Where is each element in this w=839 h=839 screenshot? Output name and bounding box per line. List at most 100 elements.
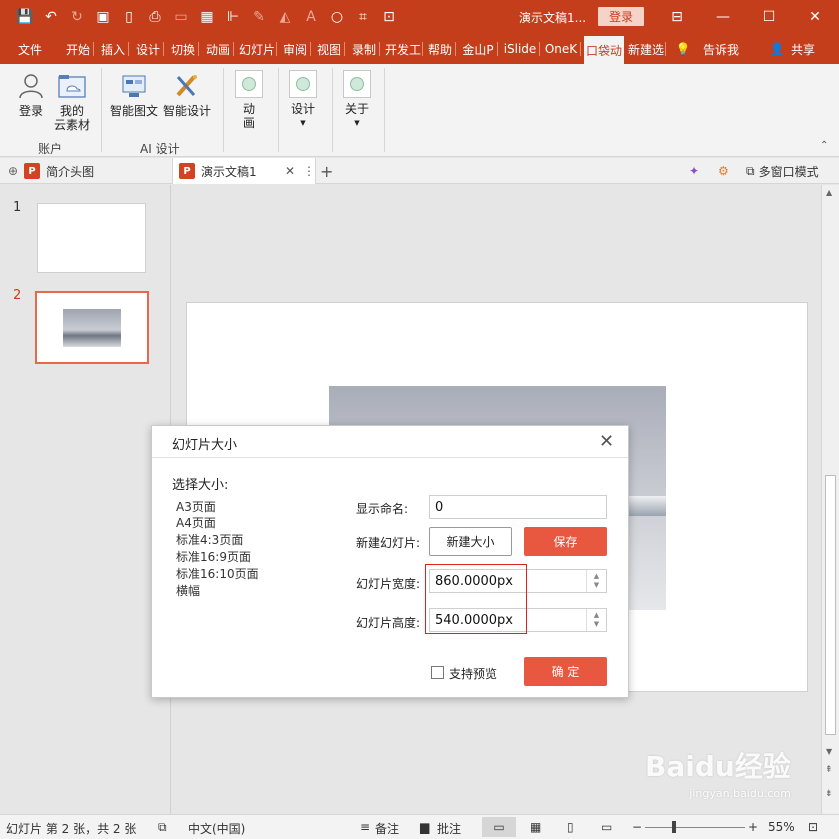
animation-button[interactable]: 动 画 — [233, 70, 265, 130]
fit-slide-icon[interactable]: ⊡ — [808, 820, 818, 834]
save-icon[interactable]: 💾 — [14, 6, 36, 28]
next-slide-icon[interactable]: ⇟ — [825, 789, 833, 799]
spellcheck-icon[interactable]: ⧉ — [158, 820, 167, 835]
new-file-icon[interactable]: ▯ — [118, 6, 140, 28]
language-status[interactable]: 中文(中国) — [188, 820, 245, 837]
prev-slide-icon[interactable]: ⇞ — [825, 765, 833, 775]
login-ribbon-button[interactable]: 登录 — [14, 72, 48, 118]
reading-view-icon[interactable]: ▯ — [567, 820, 574, 834]
dialog-close-icon[interactable]: ✕ — [599, 431, 614, 452]
preview-checkbox-label[interactable]: 支持预览 — [449, 665, 497, 682]
height-spinner[interactable]: ▲ ▼ — [586, 609, 606, 631]
normal-view-icon[interactable]: ▭ — [482, 817, 516, 837]
smart-graphic-button[interactable]: 智能图文 — [110, 72, 158, 118]
present-icon[interactable]: ▣ — [92, 6, 114, 28]
doc-tab-presentation1[interactable]: P 演示文稿1 ✕ ⋮ — [172, 158, 316, 184]
tab-islide[interactable]: iSlide — [500, 34, 540, 64]
tab-insert[interactable]: 插入 — [97, 34, 129, 64]
spin-down-icon[interactable]: ▼ — [594, 581, 599, 590]
size-option-a3[interactable]: A3页面 — [176, 498, 216, 515]
circle-shape-icon[interactable]: ○ — [326, 6, 348, 28]
scroll-up-icon[interactable]: ▲ — [826, 188, 832, 197]
undo-icon[interactable]: ↶ — [40, 6, 62, 28]
size-option-banner[interactable]: 横幅 — [176, 582, 200, 599]
maximize-icon[interactable]: ☐ — [746, 0, 792, 34]
width-spinner[interactable]: ▲ ▼ — [586, 570, 606, 592]
folder-icon[interactable]: ▭ — [170, 6, 192, 28]
slide-sorter-icon[interactable]: ▦ — [530, 820, 541, 834]
preview-checkbox[interactable] — [431, 666, 444, 679]
notes-button[interactable]: 备注 — [375, 820, 399, 837]
scroll-thumb[interactable] — [825, 475, 836, 735]
align-icon[interactable]: ⊩ — [222, 6, 244, 28]
magic-icon[interactable]: ✦ — [689, 158, 707, 184]
close-tab-icon[interactable]: ✕ — [285, 164, 295, 178]
design-button[interactable]: 设计 ▼ — [287, 70, 319, 130]
tab-help[interactable]: 帮助 — [424, 34, 456, 64]
resize-icon[interactable]: ⊡ — [378, 6, 400, 28]
tab-slideshow[interactable]: 幻灯片 — [237, 34, 277, 64]
grid-icon[interactable]: ▦ — [196, 6, 218, 28]
tab-home[interactable]: 开始 — [62, 34, 94, 64]
more-options-icon[interactable]: ⋮ — [303, 164, 315, 178]
spin-up-icon[interactable]: ▲ — [594, 572, 599, 581]
size-option-16-9[interactable]: 标准16:9页面 — [176, 548, 251, 565]
my-material-label-2: 云素材 — [53, 118, 90, 132]
tab-developer[interactable]: 开发工 — [383, 34, 423, 64]
doc-tab-intro[interactable]: ⊕ P 简介头图 — [8, 158, 168, 184]
zoom-in-icon[interactable]: + — [748, 820, 758, 834]
spin-up-icon[interactable]: ▲ — [594, 611, 599, 620]
fill-icon[interactable]: ◭ — [274, 6, 296, 28]
tab-pocket-animation[interactable]: 口袋动 — [584, 36, 624, 64]
save-button[interactable]: 保存 — [524, 527, 607, 556]
doc-tab-label: 演示文稿1 — [201, 164, 257, 179]
tab-transitions[interactable]: 切换 — [167, 34, 199, 64]
about-button[interactable]: 关于 ▼ — [341, 70, 373, 130]
size-option-a4[interactable]: A4页面 — [176, 514, 216, 531]
slide-thumbnail-2[interactable] — [35, 291, 149, 364]
zoom-slider-thumb[interactable] — [672, 821, 676, 833]
my-material-label-1: 我的 — [59, 104, 84, 118]
tab-animations[interactable]: 动画 — [202, 34, 234, 64]
my-cloud-material-button[interactable]: 我的 云素材 — [52, 72, 92, 132]
vertical-scrollbar[interactable]: ▲ ▼ ⇞ ⇟ — [821, 185, 839, 814]
title-bar: 💾 ↶ ↻ ▣ ▯ ⎙ ▭ ▦ ⊩ ✎ ◭ A ○ ⌗ ⊡ 演示文稿1... 登… — [0, 0, 839, 34]
share-button[interactable]: 共享 — [788, 34, 818, 64]
smart-design-button[interactable]: 智能设计 — [163, 72, 211, 118]
collapse-ribbon-icon[interactable]: ⌃ — [820, 140, 828, 151]
print-preview-icon[interactable]: ⎙ — [144, 6, 166, 28]
display-name-input[interactable]: 0 — [429, 495, 607, 519]
tell-me-search[interactable]: 告诉我 — [698, 34, 744, 64]
tab-new-option[interactable]: 新建选 — [626, 34, 666, 64]
ok-button[interactable]: 确 定 — [524, 657, 607, 686]
crop-icon[interactable]: ⌗ — [352, 6, 374, 28]
tab-design[interactable]: 设计 — [132, 34, 164, 64]
new-tab-icon[interactable]: + — [320, 158, 340, 184]
multi-window-mode[interactable]: ⧉ 多窗口模式 — [746, 158, 836, 184]
minimize-icon[interactable]: — — [700, 0, 746, 34]
zoom-slider[interactable] — [645, 827, 745, 828]
comments-button[interactable]: 批注 — [437, 820, 461, 837]
scroll-down-icon[interactable]: ▼ — [826, 747, 832, 756]
size-option-4-3[interactable]: 标准4:3页面 — [176, 531, 243, 548]
slide-thumbnail-1[interactable] — [37, 203, 146, 273]
tab-review[interactable]: 审阅 — [279, 34, 311, 64]
tab-record[interactable]: 录制 — [348, 34, 380, 64]
settings-gear-icon[interactable]: ⚙ — [718, 158, 736, 184]
tab-view[interactable]: 视图 — [313, 34, 345, 64]
new-size-button[interactable]: 新建大小 — [429, 527, 512, 556]
login-button[interactable]: 登录 — [598, 7, 644, 26]
ribbon-display-icon[interactable]: ⊟ — [654, 0, 700, 34]
close-icon[interactable]: ✕ — [792, 0, 838, 34]
font-color-icon[interactable]: A — [300, 6, 322, 28]
slideshow-icon[interactable]: ▭ — [601, 820, 612, 834]
zoom-out-icon[interactable]: − — [632, 820, 642, 834]
redo-icon[interactable]: ↻ — [66, 6, 88, 28]
eyedropper-icon[interactable]: ✎ — [248, 6, 270, 28]
tab-file[interactable]: 文件 — [14, 34, 46, 64]
zoom-level[interactable]: 55% — [768, 820, 795, 834]
tab-onekey[interactable]: OneK — [541, 34, 581, 64]
size-option-16-10[interactable]: 标准16:10页面 — [176, 565, 259, 582]
spin-down-icon[interactable]: ▼ — [594, 620, 599, 629]
tab-kingsoft[interactable]: 金山P — [458, 34, 498, 64]
